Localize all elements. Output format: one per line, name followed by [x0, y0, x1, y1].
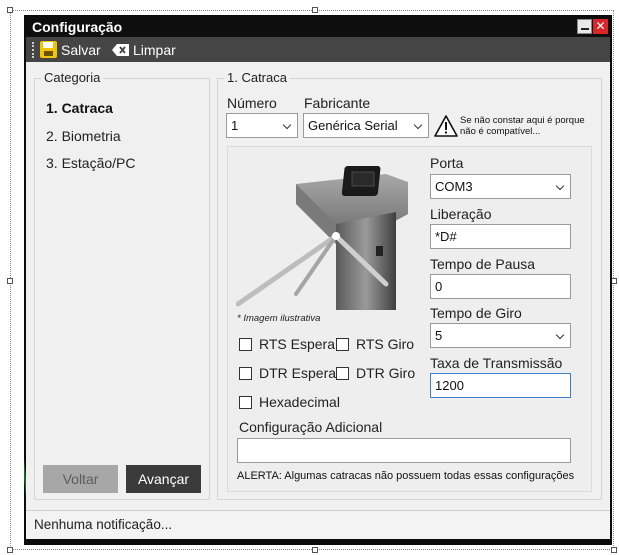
dtr-giro-box[interactable] [336, 366, 349, 380]
fabricante-select[interactable]: Genérica Serial [303, 113, 429, 138]
resize-handle-top-left[interactable] [7, 7, 13, 13]
hexadecimal-checkbox[interactable]: Hexadecimal [239, 394, 340, 410]
save-button[interactable]: Salvar [40, 40, 101, 59]
rts-espera-label: RTS Espera [259, 336, 335, 352]
tempo-pausa-input[interactable]: 0 [430, 274, 571, 299]
turnstile-image [235, 154, 412, 310]
close-button[interactable]: ✕ [593, 19, 608, 34]
catraca-group-title: 1. Catraca [224, 70, 290, 85]
next-button[interactable]: Avançar [126, 465, 201, 493]
compatibility-warning-line2: não é compatível... [460, 126, 541, 137]
tempo-giro-value: 5 [435, 328, 443, 343]
category-item-catraca[interactable]: 1. Catraca [46, 100, 113, 116]
minimize-button[interactable] [577, 19, 592, 34]
porta-label: Porta [430, 155, 464, 171]
config-window: Configuração ✕ Salvar Limpar Categoria 1… [26, 17, 610, 539]
save-button-label: Salvar [61, 41, 101, 58]
status-bar: Nenhuma notificação... [26, 510, 610, 539]
toolbar: Salvar Limpar [26, 37, 610, 62]
taxa-transmissao-input[interactable]: 1200 [430, 373, 571, 398]
category-item-estacao[interactable]: 3. Estação/PC [46, 155, 136, 171]
category-group-title: Categoria [41, 70, 104, 85]
content-area: Categoria 1. Catraca 2. Biometria 3. Est… [26, 62, 610, 510]
fabricante-value: Genérica Serial [308, 118, 398, 133]
tempo-pausa-value: 0 [435, 279, 443, 294]
compatibility-warning-line1: Se não constar aqui é porque [460, 115, 585, 126]
warning-icon [434, 115, 458, 140]
status-message: Nenhuma notificação... [34, 517, 173, 532]
rts-giro-checkbox[interactable]: RTS Giro [336, 336, 414, 352]
porta-value: COM3 [435, 179, 473, 194]
image-note: * Imagem ilustrativa [237, 313, 321, 324]
clear-button-label: Limpar [133, 41, 176, 58]
resize-handle-bottom-right[interactable] [611, 547, 617, 553]
clear-button[interactable]: Limpar [112, 40, 176, 59]
hexadecimal-label: Hexadecimal [259, 394, 340, 410]
numero-select[interactable]: 1 [226, 113, 298, 138]
dtr-giro-label: DTR Giro [356, 365, 416, 381]
category-item-biometria[interactable]: 2. Biometria [46, 128, 121, 144]
liberacao-label: Liberação [430, 206, 492, 222]
resize-handle-top[interactable] [312, 7, 318, 13]
liberacao-value: *D# [435, 229, 457, 244]
title-bar[interactable]: Configuração ✕ [26, 17, 610, 37]
dtr-espera-label: DTR Espera [259, 365, 337, 381]
numero-label: Número [227, 95, 277, 111]
rts-espera-checkbox[interactable]: RTS Espera [239, 336, 335, 352]
rts-espera-box[interactable] [239, 337, 252, 351]
toolbar-grip-icon[interactable] [32, 42, 35, 58]
alert-message: ALERTA: Algumas catracas não possuem tod… [237, 470, 575, 482]
numero-value: 1 [231, 118, 239, 133]
dtr-espera-checkbox[interactable]: DTR Espera [239, 365, 336, 381]
rts-giro-label: RTS Giro [356, 336, 415, 352]
config-adicional-input[interactable] [237, 438, 571, 463]
resize-handle-bottom[interactable] [312, 547, 318, 553]
window-title: Configuração [32, 19, 123, 35]
tempo-giro-select[interactable]: 5 [430, 323, 571, 348]
config-adicional-label: Configuração Adicional [239, 419, 383, 435]
floppy-disk-icon [40, 41, 57, 58]
tempo-pausa-label: Tempo de Pausa [430, 256, 536, 272]
hexadecimal-box[interactable] [239, 395, 252, 409]
liberacao-input[interactable]: *D# [430, 224, 571, 249]
tempo-giro-label: Tempo de Giro [430, 305, 522, 321]
dtr-espera-box[interactable] [239, 366, 252, 380]
dtr-giro-checkbox[interactable]: DTR Giro [336, 365, 415, 381]
taxa-transmissao-value: 1200 [435, 378, 464, 393]
backspace-icon [112, 43, 129, 56]
fabricante-label: Fabricante [304, 95, 371, 111]
taxa-transmissao-label: Taxa de Transmissão [430, 355, 563, 371]
resize-handle-left[interactable] [7, 278, 13, 284]
rts-giro-box[interactable] [336, 337, 349, 351]
porta-select[interactable]: COM3 [430, 174, 571, 199]
back-button[interactable]: Voltar [43, 465, 118, 493]
resize-handle-bottom-left[interactable] [7, 547, 13, 553]
